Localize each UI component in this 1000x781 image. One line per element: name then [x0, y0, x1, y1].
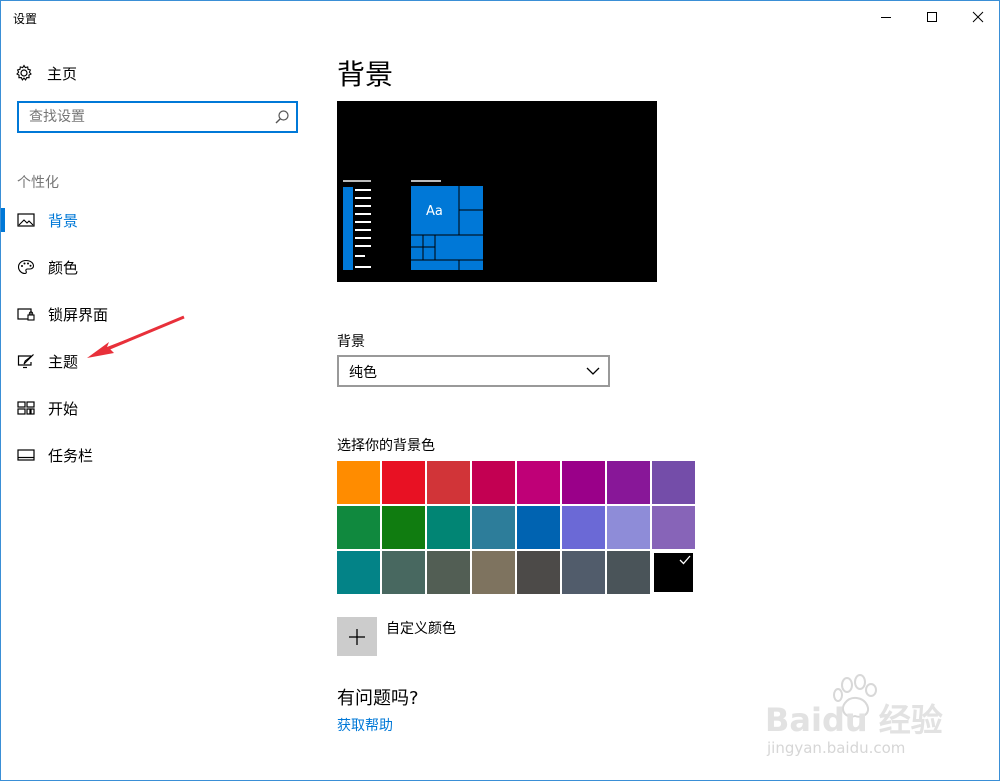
taskbar-icon — [17, 449, 35, 461]
title-bar: 设置 — [1, 1, 999, 33]
get-help-link[interactable]: 获取帮助 — [337, 715, 393, 735]
start-menu-icon — [17, 401, 35, 415]
lock-screen-icon — [17, 308, 35, 321]
chevron-down-icon — [586, 367, 600, 375]
color-swatch[interactable] — [427, 551, 470, 594]
picture-icon — [17, 213, 35, 227]
color-swatch[interactable] — [472, 461, 515, 504]
sidebar-item-label: 开始 — [48, 400, 79, 418]
color-swatch[interactable] — [382, 551, 425, 594]
custom-color-label[interactable]: 自定义颜色 — [386, 618, 456, 638]
color-swatch[interactable] — [517, 551, 560, 594]
search-input[interactable] — [29, 107, 269, 127]
help-title: 有问题吗? — [337, 688, 419, 709]
sidebar-item-taskbar[interactable]: 任务栏 — [1, 437, 313, 473]
maximize-icon — [927, 12, 937, 22]
minimize-button[interactable] — [863, 1, 909, 33]
sidebar: 主页 个性化 背景 颜色 — [1, 33, 313, 780]
start-menu-preview — [343, 180, 483, 270]
color-swatch[interactable] — [562, 506, 605, 549]
home-label: 主页 — [47, 64, 78, 83]
baidu-watermark: Baidu 经验 jingyan.baidu.com — [763, 673, 963, 767]
color-swatch[interactable] — [652, 506, 695, 549]
checkmark-icon — [679, 555, 691, 565]
color-swatch[interactable] — [607, 551, 650, 594]
color-swatch[interactable] — [652, 551, 695, 594]
color-swatch[interactable] — [427, 506, 470, 549]
sidebar-item-label: 背景 — [48, 212, 79, 230]
color-swatch[interactable] — [517, 506, 560, 549]
color-swatch[interactable] — [517, 461, 560, 504]
color-swatch[interactable] — [472, 551, 515, 594]
color-swatch[interactable] — [382, 461, 425, 504]
home-link[interactable]: 主页 — [15, 61, 77, 85]
section-label-personalization: 个性化 — [17, 175, 59, 191]
watermark-url: jingyan.baidu.com — [767, 739, 906, 757]
sidebar-item-start[interactable]: 开始 — [1, 390, 313, 426]
preview-tile-text: Aa — [426, 204, 443, 219]
dropdown-value: 纯色 — [349, 365, 377, 381]
theme-brush-icon — [17, 354, 34, 369]
sidebar-item-colors[interactable]: 颜色 — [1, 249, 313, 285]
color-swatch[interactable] — [652, 461, 695, 504]
color-swatch[interactable] — [607, 461, 650, 504]
color-swatch[interactable] — [382, 506, 425, 549]
color-picker-label: 选择你的背景色 — [337, 438, 435, 454]
page-title: 背景 — [337, 58, 394, 91]
minimize-icon — [881, 17, 891, 18]
active-indicator — [1, 208, 5, 232]
color-swatch[interactable] — [607, 506, 650, 549]
color-swatch[interactable] — [427, 461, 470, 504]
custom-color-button[interactable] — [337, 617, 377, 656]
background-label: 背景 — [337, 334, 365, 350]
close-button[interactable] — [955, 1, 1000, 33]
color-swatch[interactable] — [337, 461, 380, 504]
settings-window: 设置 主页 个性化 — [0, 0, 1000, 781]
annotation-arrow — [87, 315, 185, 358]
color-swatch[interactable] — [562, 551, 605, 594]
window-title: 设置 — [13, 12, 38, 26]
palette-icon — [17, 259, 35, 275]
search-icon[interactable] — [274, 109, 290, 125]
sidebar-item-label: 任务栏 — [48, 447, 94, 465]
maximize-button[interactable] — [909, 1, 955, 33]
color-swatch[interactable] — [562, 461, 605, 504]
sidebar-item-label: 主题 — [48, 353, 79, 371]
gear-icon — [16, 64, 32, 81]
search-box[interactable] — [17, 101, 298, 133]
color-swatch-grid — [337, 461, 699, 597]
plus-icon — [349, 628, 365, 645]
sidebar-item-background[interactable]: 背景 — [1, 202, 313, 238]
desktop-preview: Aa — [337, 101, 657, 282]
color-swatch[interactable] — [337, 551, 380, 594]
color-swatch[interactable] — [472, 506, 515, 549]
sidebar-item-label: 颜色 — [48, 259, 79, 277]
background-type-dropdown[interactable]: 纯色 — [337, 355, 610, 387]
close-icon — [972, 11, 984, 23]
watermark-brand: Baidu 经验 — [765, 701, 943, 739]
color-swatch[interactable] — [337, 506, 380, 549]
